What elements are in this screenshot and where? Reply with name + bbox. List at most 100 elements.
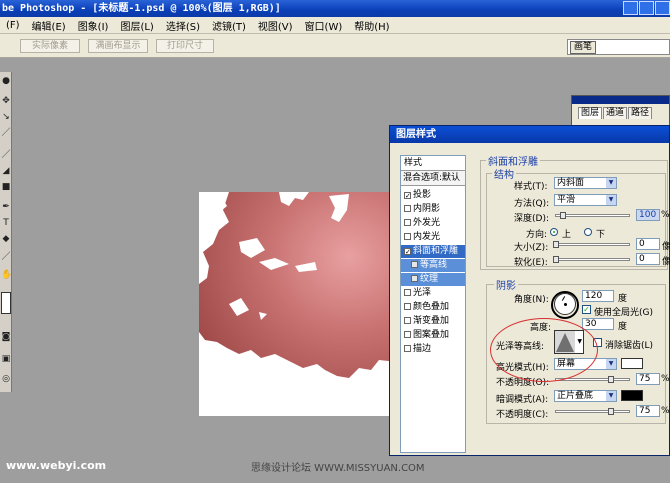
minimize-button[interactable] [623, 1, 638, 15]
highlight-opacity-input[interactable]: 75 [636, 373, 660, 385]
dialog-title[interactable]: 图层样式 [390, 126, 669, 143]
chevron-down-icon: ▼ [606, 391, 616, 401]
menu-edit[interactable]: 编辑(E) [26, 18, 72, 33]
shadow-mode-select[interactable]: 正片叠底 ▼ [554, 390, 617, 402]
shadow-color-swatch[interactable] [621, 390, 643, 401]
shading-group-title: 阴影 [494, 277, 518, 292]
soften-slider[interactable] [555, 258, 630, 261]
eye-icon[interactable]: ● [1, 76, 11, 86]
checkbox[interactable] [411, 261, 418, 268]
direction-up-radio[interactable] [550, 228, 558, 236]
soften-label: 软化(E): [514, 258, 548, 268]
fit-on-screen-button[interactable]: 满画布显示 [88, 39, 148, 53]
technique-label: 方法(Q): [514, 199, 550, 209]
close-button[interactable] [655, 1, 670, 15]
watermark-middle: 思缘设计论坛 WWW.MISSYUAN.COM [251, 463, 425, 474]
style-item-contour[interactable]: 等高线 [401, 259, 465, 272]
menu-help[interactable]: 帮助(H) [348, 18, 395, 33]
checkbox[interactable] [404, 233, 411, 240]
menu-file[interactable]: (F) [0, 20, 26, 31]
blending-options-item[interactable]: 混合选项:默认 [401, 171, 465, 186]
highlight-opacity-thumb[interactable] [608, 376, 614, 383]
style-item-satin[interactable]: 光泽 [401, 287, 465, 300]
print-size-button[interactable]: 打印尺寸 [156, 39, 214, 53]
soften-slider-thumb[interactable] [553, 256, 559, 263]
layers-panel-titlebar[interactable] [572, 96, 669, 104]
size-input[interactable]: 0 [636, 238, 660, 250]
style-item-outer-glow[interactable]: 外发光 [401, 217, 465, 230]
checkbox[interactable] [404, 205, 411, 212]
angle-input[interactable]: 120 [582, 290, 614, 302]
menu-layer[interactable]: 图层(L) [114, 18, 159, 33]
style-item-drop-shadow[interactable]: ✓ 投影 [401, 189, 465, 202]
highlight-color-swatch[interactable] [621, 358, 643, 369]
eraser-tool-icon[interactable]: ■ [1, 182, 11, 192]
checkbox[interactable] [404, 303, 411, 310]
pen-tool-icon[interactable]: ✒ [1, 202, 11, 212]
tab-paths[interactable]: 路径 [628, 107, 653, 119]
watermark-left: www.webyi.com [6, 459, 107, 472]
checkbox[interactable] [404, 345, 411, 352]
shadow-opacity-thumb[interactable] [608, 408, 614, 415]
shadow-opacity-label: 不透明度(C): [496, 410, 549, 420]
style-item-texture[interactable]: 纹理 [401, 273, 465, 286]
menu-image[interactable]: 图象(I) [72, 18, 115, 33]
menu-filter[interactable]: 滤镜(T) [206, 18, 252, 33]
depth-unit: % [661, 210, 670, 220]
type-tool-icon[interactable]: T [1, 218, 11, 228]
brush-tool-icon[interactable]: ／ [1, 150, 11, 160]
menu-view[interactable]: 视图(V) [252, 18, 299, 33]
shape-tool-icon[interactable]: ◆ [1, 234, 11, 244]
eyedropper-tool-icon[interactable]: ／ [1, 252, 11, 262]
stamp-tool-icon[interactable]: ◢ [1, 166, 11, 176]
hand-tool-icon[interactable]: ✋ [1, 270, 12, 280]
global-light-checkbox[interactable]: ✓ [582, 305, 591, 314]
move-tool-icon[interactable]: ✥ [1, 96, 11, 106]
brushes-tab[interactable]: 画笔 [570, 41, 597, 54]
tab-layers[interactable]: 图层 [578, 107, 603, 119]
depth-slider-thumb[interactable] [560, 212, 566, 219]
canvas-document[interactable] [199, 192, 399, 416]
style-item-stroke[interactable]: 描边 [401, 343, 465, 356]
soften-input[interactable]: 0 [636, 253, 660, 265]
checkbox[interactable] [404, 317, 411, 324]
actual-pixels-button[interactable]: 实际像素 [20, 39, 80, 53]
menu-select[interactable]: 选择(S) [160, 18, 206, 33]
size-unit: 像 [662, 242, 670, 252]
style-item-gradient-overlay[interactable]: 渐变叠加 [401, 315, 465, 328]
style-item-color-overlay[interactable]: 颜色叠加 [401, 301, 465, 314]
checkbox[interactable] [404, 289, 411, 296]
checkbox[interactable] [411, 275, 418, 282]
size-slider[interactable] [555, 243, 630, 246]
depth-slider[interactable] [555, 214, 630, 217]
direction-down-radio[interactable] [584, 228, 592, 236]
checkbox[interactable]: ✓ [404, 192, 411, 200]
style-item-pattern-overlay[interactable]: 图案叠加 [401, 329, 465, 342]
depth-input[interactable]: 100 [636, 209, 660, 221]
styles-header[interactable]: 样式 [401, 156, 465, 171]
style-select[interactable]: 内斜面 ▼ [554, 177, 617, 189]
altitude-input[interactable]: 30 [582, 318, 614, 330]
jump-to-imageready-icon[interactable]: ◎ [1, 374, 11, 384]
menu-window[interactable]: 窗口(W) [299, 18, 349, 33]
maximize-button[interactable] [639, 1, 654, 15]
style-item-inner-shadow[interactable]: 内阴影 [401, 203, 465, 216]
color-swatch-icon[interactable] [1, 292, 11, 314]
screen-mode-icon[interactable]: ▣ [1, 354, 11, 364]
tab-channels[interactable]: 通道 [603, 107, 628, 119]
shadow-opacity-input[interactable]: 75 [636, 405, 660, 417]
shadow-opacity-slider[interactable] [555, 410, 630, 413]
checkbox[interactable] [404, 219, 411, 226]
checkbox[interactable] [404, 331, 411, 338]
shadow-mode-label: 暗调模式(A): [496, 395, 549, 405]
altitude-unit: 度 [618, 322, 628, 332]
technique-select[interactable]: 平滑 ▼ [554, 194, 617, 206]
checkbox[interactable]: ✓ [404, 248, 411, 256]
wand-tool-icon[interactable]: ／ [1, 128, 11, 138]
style-item-bevel-emboss[interactable]: ✓ 斜面和浮雕 [401, 245, 465, 258]
window-title: be Photoshop - [未标题-1.psd @ 100%(图层 1,RG… [2, 3, 281, 14]
size-slider-thumb[interactable] [553, 241, 559, 248]
lasso-tool-icon[interactable]: ↘ [1, 112, 11, 122]
style-item-inner-glow[interactable]: 内发光 [401, 231, 465, 244]
quickmask-icon[interactable]: ◙ [1, 332, 11, 342]
